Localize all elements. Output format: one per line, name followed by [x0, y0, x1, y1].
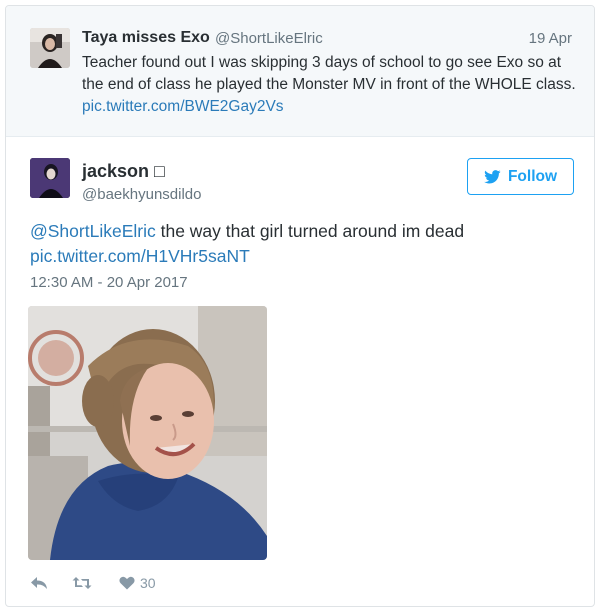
follow-label: Follow [507, 167, 558, 185]
tweet-photo[interactable] [28, 306, 267, 560]
mention-link[interactable]: @ShortLikeElric [30, 221, 156, 241]
tweet-body: the way that girl turned around im dead [155, 221, 465, 241]
quoted-pic-link[interactable]: pic.twitter.com/BWE2Gay2Vs [82, 98, 284, 115]
heart-icon [119, 576, 135, 590]
tweet-actions: 30 [30, 571, 156, 595]
tweet-timestamp[interactable]: 12:30 AM - 20 Apr 2017 [30, 274, 188, 291]
quoted-text: Teacher found out I was skipping 3 days … [82, 52, 582, 118]
author-avatar[interactable] [30, 158, 70, 198]
author-name[interactable]: jackson □ [82, 161, 165, 182]
quoted-avatar[interactable] [30, 28, 70, 68]
quoted-body: Teacher found out I was skipping 3 days … [82, 54, 576, 93]
like-button[interactable]: 30 [119, 575, 156, 591]
tweet-embed-card: Taya misses Exo @ShortLikeElric 19 Apr T… [5, 5, 595, 607]
like-count: 30 [140, 575, 156, 591]
reply-icon[interactable] [30, 576, 48, 590]
tweet-text: @ShortLikeElric the way that girl turned… [30, 219, 580, 269]
quoted-date[interactable]: 19 Apr [529, 30, 572, 47]
quoted-author-name[interactable]: Taya misses Exo [82, 29, 210, 47]
tweet-pic-link[interactable]: pic.twitter.com/H1VHr5saNT [30, 246, 250, 266]
author-handle[interactable]: @baekhyunsdildo [82, 186, 201, 203]
quoted-author-handle[interactable]: @ShortLikeElric [215, 30, 323, 47]
retweet-icon[interactable] [72, 576, 92, 590]
follow-button[interactable]: Follow [467, 158, 574, 195]
quoted-tweet[interactable]: Taya misses Exo @ShortLikeElric 19 Apr T… [6, 6, 594, 137]
bird-icon [484, 169, 501, 184]
